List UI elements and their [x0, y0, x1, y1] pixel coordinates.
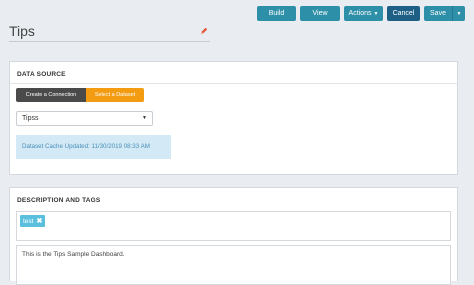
- chevron-down-icon: ▼: [456, 10, 462, 17]
- dataset-select[interactable]: Tipss ▼: [16, 111, 153, 126]
- description-textarea[interactable]: This is the Tips Sample Dashboard.: [16, 245, 451, 285]
- save-button[interactable]: Save: [424, 6, 452, 21]
- chevron-down-icon: ▼: [373, 10, 379, 17]
- tag-chip: test ✖: [20, 215, 46, 227]
- page-title: Tips: [9, 23, 35, 39]
- data-source-panel: DATA SOURCE Create a Connection Select a…: [9, 61, 458, 175]
- dataset-select-value: Tipss: [22, 115, 39, 122]
- cache-info-text: Dataset Cache Updated: 11/30/2019 08:33 …: [22, 143, 150, 150]
- chevron-down-icon: ▼: [142, 115, 147, 121]
- cache-info-box: Dataset Cache Updated: 11/30/2019 08:33 …: [16, 135, 171, 159]
- cancel-button[interactable]: Cancel: [387, 6, 420, 21]
- description-tags-panel: DESCRIPTION AND TAGS test ✖ This is the …: [9, 187, 458, 285]
- toolbar: Build View Actions ▼ Cancel Save ▼: [257, 6, 465, 21]
- view-button[interactable]: View: [300, 6, 340, 21]
- create-connection-button[interactable]: Create a Connection: [16, 88, 86, 102]
- save-button-group: Save ▼: [424, 6, 465, 21]
- remove-tag-icon[interactable]: ✖: [36, 217, 42, 225]
- actions-button[interactable]: Actions ▼: [344, 6, 383, 21]
- pencil-icon[interactable]: [200, 27, 208, 35]
- data-source-toggle: Create a Connection Select a Dataset: [16, 88, 144, 102]
- save-options-button[interactable]: ▼: [452, 6, 465, 21]
- description-text: This is the Tips Sample Dashboard.: [22, 251, 125, 258]
- description-tags-heading: DESCRIPTION AND TAGS: [17, 197, 101, 204]
- select-dataset-button[interactable]: Select a Dataset: [86, 88, 144, 102]
- divider: [10, 83, 457, 84]
- tags-input[interactable]: test ✖: [16, 211, 451, 241]
- actions-label: Actions: [348, 10, 372, 17]
- data-source-heading: DATA SOURCE: [17, 71, 66, 78]
- tag-label: test: [23, 217, 34, 225]
- title-field[interactable]: Tips: [9, 22, 210, 42]
- build-button[interactable]: Build: [257, 6, 296, 21]
